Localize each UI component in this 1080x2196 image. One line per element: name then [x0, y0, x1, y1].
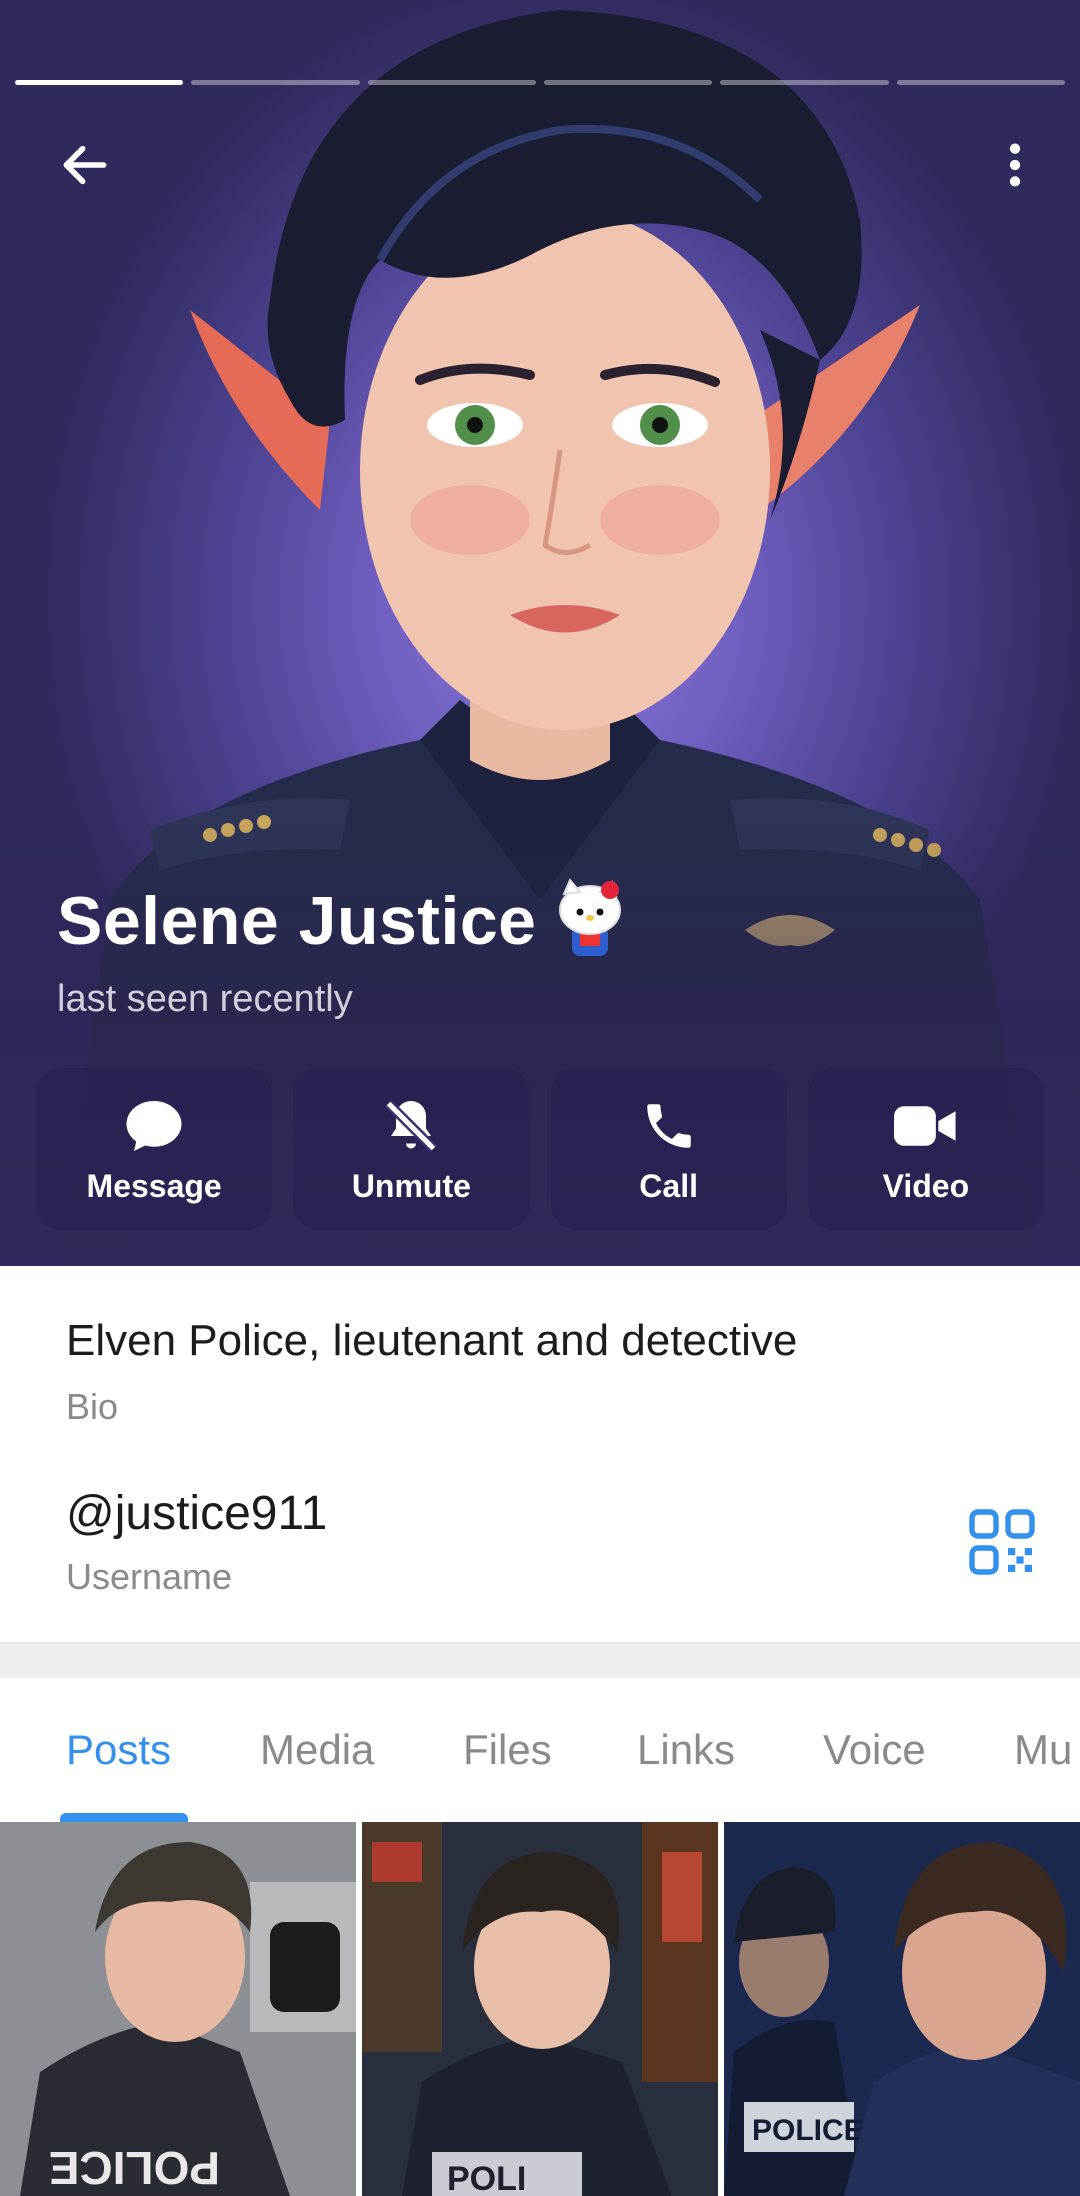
more-options-button[interactable]: [970, 120, 1060, 210]
video-camera-icon: [893, 1094, 958, 1158]
hello-kitty-emoji-status-icon[interactable]: [550, 878, 630, 964]
bio-caption: Bio: [66, 1386, 119, 1427]
post-thumbnail[interactable]: POLICE: [724, 1822, 1080, 2196]
username-caption: Username: [66, 1556, 233, 1597]
back-button[interactable]: [40, 120, 130, 210]
story-bar: [191, 80, 360, 85]
tab-files[interactable]: Files: [463, 1726, 552, 1774]
qr-code-icon[interactable]: [966, 1506, 1038, 1578]
bio-text[interactable]: Elven Police, lieutenant and detective: [66, 1316, 797, 1366]
profile-name: Selene Justice: [57, 878, 630, 964]
last-seen-status: last seen recently: [57, 978, 353, 1020]
tab-posts[interactable]: Posts: [66, 1726, 171, 1774]
chat-bubble-icon: [122, 1094, 186, 1158]
post-thumbnail[interactable]: POLI: [362, 1822, 718, 2196]
arrow-left-icon: [63, 145, 107, 185]
unmute-button-label: Unmute: [351, 1167, 471, 1204]
action-buttons-row: Message Unmute Call Video: [36, 1068, 1044, 1230]
post-thumbnail[interactable]: POLICE: [0, 1822, 356, 2196]
profile-header: Selene Justice last seen recently Messag…: [0, 0, 1080, 1266]
story-bar: [543, 80, 713, 85]
svg-text:POLICE: POLICE: [49, 2142, 220, 2194]
call-button-label: Call: [639, 1167, 698, 1204]
bell-off-icon: [379, 1094, 443, 1158]
posts-grid: POLICE POLI POLICE: [0, 1822, 1080, 2196]
call-button[interactable]: Call: [550, 1068, 787, 1230]
tab-media[interactable]: Media: [260, 1726, 374, 1774]
message-button[interactable]: Message: [36, 1068, 273, 1230]
more-vertical-icon: [1009, 143, 1021, 187]
story-bar: [15, 80, 184, 85]
video-button-label: Video: [882, 1167, 970, 1204]
profile-info-section: Elven Police, lieutenant and detective B…: [0, 1266, 1080, 1642]
story-bar: [367, 80, 536, 85]
video-button[interactable]: Video: [807, 1068, 1044, 1230]
media-tabs: Posts Media Files Links Voice Mu: [0, 1678, 1080, 1822]
svg-text:POLI: POLI: [447, 2160, 526, 2196]
unmute-button[interactable]: Unmute: [293, 1068, 530, 1230]
active-tab-indicator: [60, 1813, 188, 1822]
story-bar: [720, 80, 889, 85]
story-progress-bars: [15, 80, 1065, 86]
section-divider: [0, 1642, 1080, 1680]
svg-text:POLICE: POLICE: [752, 2114, 864, 2147]
tab-music[interactable]: Mu: [1014, 1726, 1072, 1774]
message-button-label: Message: [86, 1167, 222, 1204]
phone-icon: [637, 1094, 701, 1158]
tab-links[interactable]: Links: [637, 1726, 735, 1774]
username-text[interactable]: @justice911: [66, 1486, 327, 1541]
tab-voice[interactable]: Voice: [823, 1726, 926, 1774]
story-bar: [896, 80, 1065, 85]
profile-name-text: Selene Justice: [57, 883, 537, 959]
